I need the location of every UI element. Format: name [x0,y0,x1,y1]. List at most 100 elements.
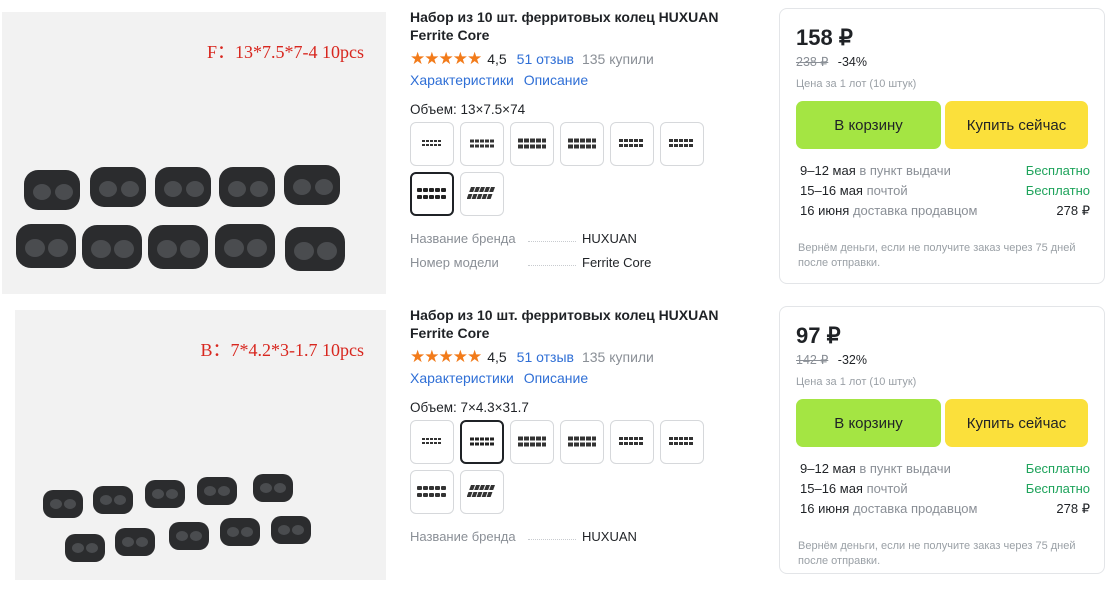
sold-count: 135 купили [581,349,654,365]
old-price-line: 142 ₽ -32% [796,352,867,367]
variant-option[interactable] [510,122,554,166]
attribute-key: Номер модели [410,254,499,270]
delivery-row: 9–12 мая в пункт выдачи Бесплатно [800,461,1090,476]
current-price: 158 ₽ [796,25,853,50]
reviews-link[interactable]: 51 отзыв [517,349,574,365]
variant-option[interactable] [610,122,654,166]
attribute-value: HUXUAN [582,528,637,544]
add-to-cart-button[interactable]: В корзину [796,399,941,447]
info-links: Характеристики Описание [410,72,760,88]
variant-option-selected[interactable] [410,172,454,216]
delivery-method: почтой [866,481,908,496]
variant-option[interactable] [660,420,704,464]
old-price: 142 ₽ [796,353,829,367]
variant-option[interactable] [460,470,504,514]
divider [528,264,576,266]
old-price: 238 ₽ [796,55,829,69]
delivery-row: 16 июня доставка продавцом 278 ₽ [800,501,1090,516]
variant-option[interactable] [560,122,604,166]
variant-option[interactable] [460,172,504,216]
star-rating-icon: ★★★★★ [410,347,482,366]
photo-size-label: F：13*7.5*7-4 10pcs [207,42,364,62]
variant-option[interactable] [660,122,704,166]
refund-note: Вернём деньги, если не получите заказ че… [798,242,1076,269]
rating-row: ★★★★★ 4,5 51 отзыв 135 купили [410,48,760,70]
variant-option[interactable] [560,420,604,464]
unit-note: Цена за 1 лот (10 штук) [796,78,917,90]
divider [528,538,576,540]
old-price-line: 238 ₽ -34% [796,54,867,69]
attribute-value: HUXUAN [582,230,637,246]
variant-option[interactable] [510,420,554,464]
delivery-row: 15–16 мая почтой Бесплатно [800,183,1090,198]
delivery-price: Бесплатно [1025,163,1090,178]
variant-option[interactable] [410,122,454,166]
delivery-date: 16 июня [800,501,850,516]
delivery-method: в пункт выдачи [859,461,951,476]
product-info: Набор из 10 шт. ферритовых колец HUXUAN … [410,306,760,544]
delivery-method: доставка продавцом [852,203,978,218]
discount-badge: -34% [837,55,867,69]
delivery-row: 16 июня доставка продавцом 278 ₽ [800,203,1090,218]
volume-label: Объем: 7×4.3×31.7 [410,400,529,415]
divider [528,240,576,242]
delivery-method: в пункт выдачи [859,163,951,178]
star-rating-icon: ★★★★★ [410,49,482,68]
info-links: Характеристики Описание [410,370,760,386]
product-photo[interactable]: F：13*7.5*7-4 10pcs [2,12,386,294]
delivery-price: 278 ₽ [1056,203,1090,218]
delivery-method: почтой [866,183,908,198]
buy-box: 158 ₽ 238 ₽ -34% Цена за 1 лот (10 штук)… [779,8,1105,284]
variant-option[interactable] [460,122,504,166]
refund-note: Вернём деньги, если не получите заказ че… [798,540,1076,567]
rating-row: ★★★★★ 4,5 51 отзыв 135 купили [410,346,760,368]
delivery-row: 9–12 мая в пункт выдачи Бесплатно [800,163,1090,178]
current-price: 97 ₽ [796,323,841,348]
attribute-row: Название бренда HUXUAN [410,528,760,544]
variant-option[interactable] [410,470,454,514]
delivery-date: 9–12 мая [800,163,856,178]
sold-count: 135 купили [581,51,654,67]
delivery-price: Бесплатно [1025,481,1090,496]
characteristics-link[interactable]: Характеристики [410,370,514,386]
delivery-price: 278 ₽ [1056,501,1090,516]
delivery-price: Бесплатно [1025,183,1090,198]
volume-label: Объем: 13×7.5×74 [410,102,526,117]
product-card: F：13*7.5*7-4 10pcs Набор из 10 шт. ферри… [0,0,1107,298]
attribute-row: Название бренда HUXUAN [410,230,760,246]
delivery-price: Бесплатно [1025,461,1090,476]
delivery-date: 16 июня [800,203,850,218]
add-to-cart-button[interactable]: В корзину [796,101,941,149]
buy-box: 97 ₽ 142 ₽ -32% Цена за 1 лот (10 штук) … [779,306,1105,574]
rating-value: 4,5 [487,349,507,365]
attribute-row: Номер модели Ferrite Core [410,254,760,270]
delivery-date: 15–16 мая [800,481,863,496]
characteristics-link[interactable]: Характеристики [410,72,514,88]
variant-options [410,420,720,520]
delivery-date: 9–12 мая [800,461,856,476]
variant-option-selected[interactable] [460,420,504,464]
photo-size-label: B：7*4.2*3-1.7 10pcs [200,340,365,360]
unit-note: Цена за 1 лот (10 штук) [796,376,917,388]
rating-value: 4,5 [487,51,507,67]
discount-badge: -32% [837,353,867,367]
description-link[interactable]: Описание [524,370,588,386]
product-title[interactable]: Набор из 10 шт. ферритовых колец HUXUAN … [410,8,760,44]
delivery-method: доставка продавцом [852,501,978,516]
delivery-date: 15–16 мая [800,183,863,198]
attribute-key: Название бренда [410,528,516,544]
attribute-key: Название бренда [410,230,516,246]
variant-option[interactable] [610,420,654,464]
product-card: B：7*4.2*3-1.7 10pcs Набор из 10 шт. ферр… [0,298,1107,596]
product-info: Набор из 10 шт. ферритовых колец HUXUAN … [410,8,760,270]
attribute-value: Ferrite Core [582,254,652,270]
buy-now-button[interactable]: Купить сейчас [945,399,1088,447]
description-link[interactable]: Описание [524,72,588,88]
variant-option[interactable] [410,420,454,464]
reviews-link[interactable]: 51 отзыв [517,51,574,67]
variant-options [410,122,720,222]
buy-now-button[interactable]: Купить сейчас [945,101,1088,149]
product-title[interactable]: Набор из 10 шт. ферритовых колец HUXUAN … [410,306,760,342]
product-photo[interactable]: B：7*4.2*3-1.7 10pcs [15,310,386,580]
delivery-row: 15–16 мая почтой Бесплатно [800,481,1090,496]
